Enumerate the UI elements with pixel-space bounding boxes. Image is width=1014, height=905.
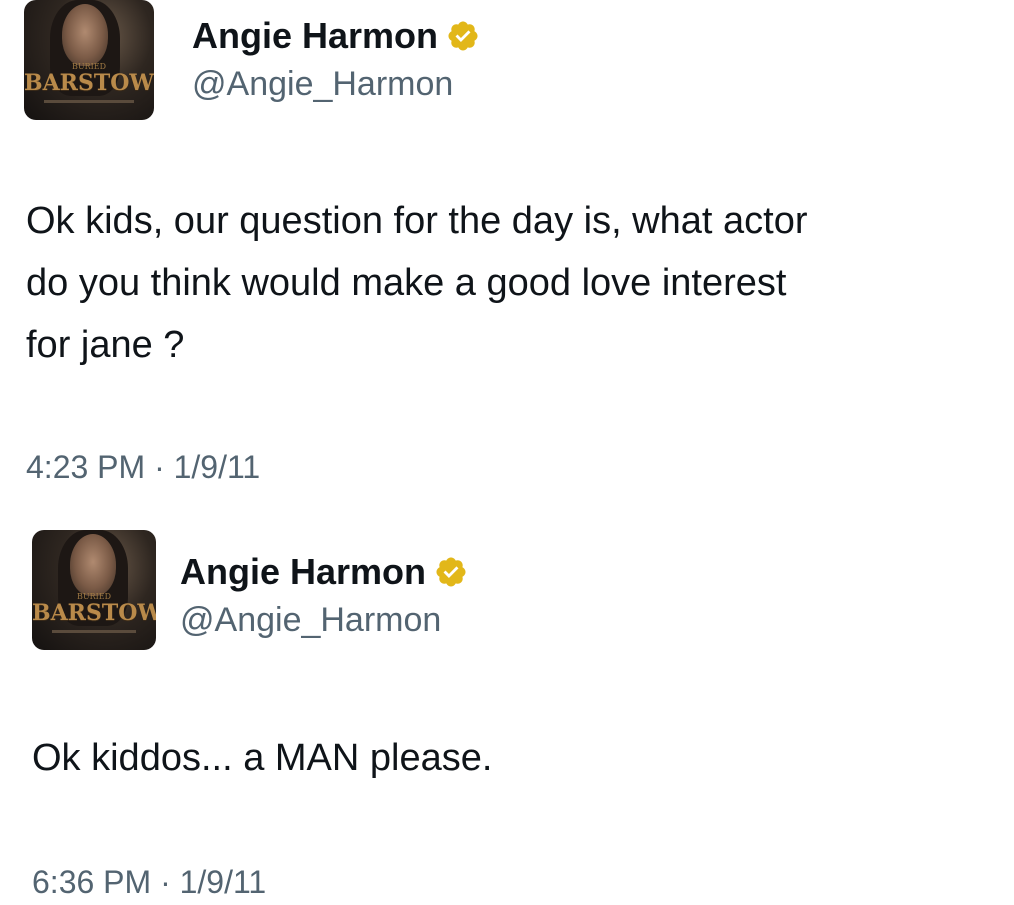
- avatar-book-title: BARSTOW: [32, 600, 156, 626]
- handle[interactable]: @Angie_Harmon: [192, 62, 480, 106]
- timestamp[interactable]: 4:23 PM · 1/9/11: [26, 447, 260, 487]
- display-name[interactable]: Angie Harmon: [180, 550, 426, 594]
- avatar-book-title: BARSTOW: [24, 70, 154, 96]
- verified-badge-icon: [436, 557, 466, 587]
- verified-badge-icon: [448, 21, 478, 51]
- name-row: Angie Harmon: [180, 550, 468, 594]
- avatar-face: [70, 534, 116, 596]
- tweet-text: Ok kiddos... a MAN please.: [32, 737, 493, 779]
- tweet-text: Ok kids, our question for the day is, wh…: [26, 200, 808, 366]
- tweet[interactable]: BURIED BARSTOW Angie Harmon @Angie_Harmo…: [0, 0, 1014, 500]
- avatar-book-strip: [52, 630, 136, 633]
- author-info: Angie Harmon @Angie_Harmon: [180, 550, 468, 642]
- avatar[interactable]: BURIED BARSTOW: [32, 530, 156, 650]
- tweet-header: BURIED BARSTOW Angie Harmon @Angie_Harmo…: [24, 0, 480, 120]
- display-name[interactable]: Angie Harmon: [192, 14, 438, 58]
- handle[interactable]: @Angie_Harmon: [180, 598, 468, 642]
- avatar-face: [62, 4, 108, 66]
- tweet-header: BURIED BARSTOW Angie Harmon @Angie_Harmo…: [32, 530, 468, 650]
- tweet[interactable]: BURIED BARSTOW Angie Harmon @Angie_Harmo…: [0, 520, 1014, 905]
- timestamp[interactable]: 6:36 PM · 1/9/11: [32, 862, 266, 902]
- author-info: Angie Harmon @Angie_Harmon: [192, 14, 480, 106]
- avatar-book-strip: [44, 100, 134, 103]
- avatar[interactable]: BURIED BARSTOW: [24, 0, 154, 120]
- name-row: Angie Harmon: [192, 14, 480, 58]
